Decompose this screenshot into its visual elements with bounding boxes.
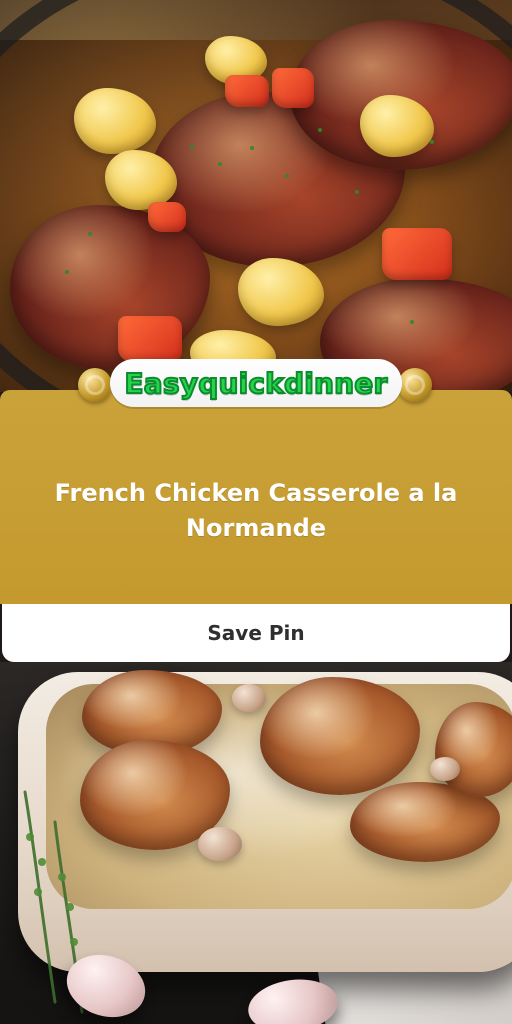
- herb-speck: [190, 145, 194, 149]
- brand-name: Easyquickdinner: [123, 366, 388, 401]
- herb-speck: [218, 162, 222, 166]
- herb-speck: [410, 320, 414, 324]
- red-pepper-piece: [272, 68, 314, 108]
- save-pin-button[interactable]: Save Pin: [2, 604, 510, 662]
- left-ring-icon: [78, 368, 112, 402]
- mushroom-slice: [198, 827, 242, 861]
- pin-container: Easyquickdinner French Chicken Casserole…: [0, 0, 512, 1024]
- red-pepper-piece: [225, 75, 269, 107]
- thyme-leaf: [58, 873, 66, 881]
- thyme-leaf: [38, 858, 46, 866]
- right-ring-icon: [398, 368, 432, 402]
- mushroom-slice: [232, 684, 266, 712]
- herb-speck: [430, 140, 434, 144]
- herb-speck: [355, 190, 359, 194]
- mushroom-slice: [430, 757, 460, 781]
- herb-speck: [88, 232, 92, 236]
- red-pepper-piece: [118, 316, 182, 362]
- top-food-photo: [0, 0, 512, 392]
- chicken-piece: [435, 702, 512, 797]
- thyme-leaf: [66, 903, 74, 911]
- red-pepper-piece: [382, 228, 452, 280]
- recipe-title: French Chicken Casserole a la Normande: [54, 479, 458, 542]
- herb-speck: [250, 146, 254, 150]
- thyme-leaf: [70, 938, 78, 946]
- herb-speck: [65, 270, 69, 274]
- herb-speck: [285, 174, 289, 178]
- herb-speck: [318, 128, 322, 132]
- thyme-leaf: [26, 833, 34, 841]
- red-pepper-piece: [148, 202, 186, 232]
- thyme-stem: [23, 790, 57, 1004]
- brand-badge: Easyquickdinner: [110, 359, 402, 407]
- bottom-food-photo: [0, 662, 512, 1024]
- save-pin-label: Save Pin: [207, 621, 305, 645]
- thyme-leaf: [34, 888, 42, 896]
